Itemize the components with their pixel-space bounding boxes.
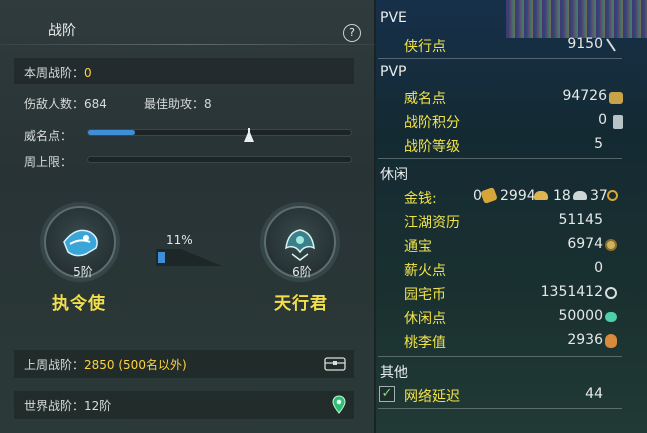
- pve-item: 侠行点 9150: [376, 34, 647, 58]
- last-week-value: 2850 (500名以外): [84, 358, 187, 372]
- leisure-item: 江湖资历 51145: [376, 210, 647, 234]
- money-value-d: 37: [590, 188, 608, 204]
- section-divider: [378, 408, 622, 409]
- scroll-icon: [606, 38, 616, 52]
- background-decoration: [506, 0, 647, 38]
- item-name: 薪火点: [404, 263, 446, 279]
- item-name: 江湖资历: [404, 215, 460, 231]
- combat-stats-row: 伤敌人数：684 最佳助攻：8: [14, 89, 354, 115]
- item-name: 侠行点: [404, 39, 446, 55]
- pvp-item: 威名点 94726: [376, 86, 647, 110]
- latency-value: 44: [585, 386, 603, 402]
- panel-title: 战阶: [48, 23, 76, 39]
- silver-ingot-icon: [534, 191, 548, 200]
- location-pin-icon[interactable]: [332, 395, 346, 415]
- last-week-label: 上周战阶：: [24, 358, 85, 372]
- war-rank-panel: 战阶 ? 本周战阶：0 伤敌人数：684 最佳助攻：8 威名点： 周上限： 5阶…: [0, 0, 375, 433]
- current-rank-name: 执令使: [52, 294, 106, 314]
- item-value: 51145: [558, 212, 603, 228]
- money-row: 金钱: 0 2994 18 37: [376, 186, 647, 210]
- pve-header: PVE: [380, 10, 407, 26]
- item-value: 2936: [567, 332, 603, 348]
- leaf-icon: [605, 312, 617, 322]
- prestige-token-icon: [609, 92, 623, 104]
- silver-coin-icon: [573, 191, 587, 200]
- rank-progress-bar: [156, 249, 222, 266]
- other-header: 其他: [380, 365, 408, 381]
- item-name: 战阶积分: [404, 115, 460, 131]
- weekly-rank-label: 本周战阶：: [24, 66, 85, 80]
- item-value: 6974: [567, 236, 603, 252]
- copper-coin-icon: [607, 190, 618, 201]
- leisure-item: 园宅币 1351412: [376, 282, 647, 306]
- weekly-cap-row: 周上限：: [14, 147, 354, 173]
- currency-panel: PVE 侠行点 9150 PVP 威名点 94726 战阶积分 0 战阶等级 5…: [376, 0, 647, 433]
- weekly-cap-bar: [87, 156, 352, 163]
- item-name: 园宅币: [404, 287, 446, 303]
- help-icon[interactable]: ?: [343, 24, 361, 42]
- item-name: 威名点: [404, 91, 446, 107]
- chest-icon[interactable]: [324, 355, 346, 371]
- item-value: 5: [594, 136, 603, 152]
- section-divider: [378, 158, 622, 159]
- prestige-marker-icon: [244, 128, 254, 142]
- money-value-a: 0: [473, 188, 482, 204]
- header-divider: [0, 44, 375, 45]
- weekly-cap-label: 周上限：: [24, 155, 73, 169]
- world-rank-label: 世界战阶：12阶: [24, 399, 112, 413]
- rank-progress-fill: [158, 252, 165, 263]
- gold-ingot-icon: [480, 186, 498, 205]
- latency-label: 网络延迟: [404, 389, 460, 405]
- next-emblem-label: 6阶: [292, 265, 312, 279]
- money-value-b: 2994: [500, 188, 536, 204]
- money-value-c: 18: [553, 188, 571, 204]
- item-name: 休闲点: [404, 311, 446, 327]
- prestige-bar: [87, 129, 352, 136]
- item-value: 9150: [567, 36, 603, 52]
- item-value: 50000: [558, 308, 603, 324]
- leisure-header: 休闲: [380, 167, 408, 183]
- leisure-item: 通宝 6974: [376, 234, 647, 258]
- prestige-label: 威名点：: [24, 129, 73, 143]
- peach-icon: [605, 334, 617, 348]
- rank-progress-percent: 11%: [166, 233, 193, 247]
- leisure-item: 薪火点 0: [376, 258, 647, 282]
- last-week-row: 上周战阶：2850 (500名以外): [14, 350, 354, 378]
- section-divider: [378, 58, 622, 59]
- item-name: 战阶等级: [404, 139, 460, 155]
- injured-count: 伤敌人数：684: [24, 97, 107, 111]
- coin-icon: [605, 239, 617, 251]
- estate-coin-icon: [605, 287, 617, 299]
- item-value: 1351412: [540, 284, 603, 300]
- world-rank-row: 世界战阶：12阶: [14, 391, 354, 419]
- leisure-item: 桃李值 2936: [376, 330, 647, 354]
- item-value: 0: [598, 112, 607, 128]
- section-divider: [378, 356, 622, 357]
- pvp-item: 战阶等级 5: [376, 134, 647, 158]
- money-label: 金钱:: [404, 191, 437, 207]
- panel-header: 战阶 ?: [0, 14, 375, 46]
- pvp-item: 战阶积分 0: [376, 110, 647, 134]
- rank-badge-icon: [613, 115, 623, 129]
- item-value: 94726: [562, 88, 607, 104]
- prestige-row: 威名点：: [14, 121, 354, 147]
- assist-count: 最佳助攻：8: [144, 97, 212, 111]
- weekly-rank-value: 0: [84, 66, 92, 80]
- item-name: 通宝: [404, 239, 432, 255]
- next-rank-name: 天行君: [274, 294, 328, 314]
- current-emblem-label: 5阶: [73, 265, 93, 279]
- item-name: 桃李值: [404, 335, 446, 351]
- pvp-header: PVP: [380, 64, 407, 80]
- weekly-rank-row: 本周战阶：0: [14, 58, 354, 84]
- latency-row: 网络延迟 44: [376, 384, 647, 408]
- item-value: 0: [594, 260, 603, 276]
- prestige-bar-fill: [88, 130, 136, 135]
- leisure-item: 休闲点 50000: [376, 306, 647, 330]
